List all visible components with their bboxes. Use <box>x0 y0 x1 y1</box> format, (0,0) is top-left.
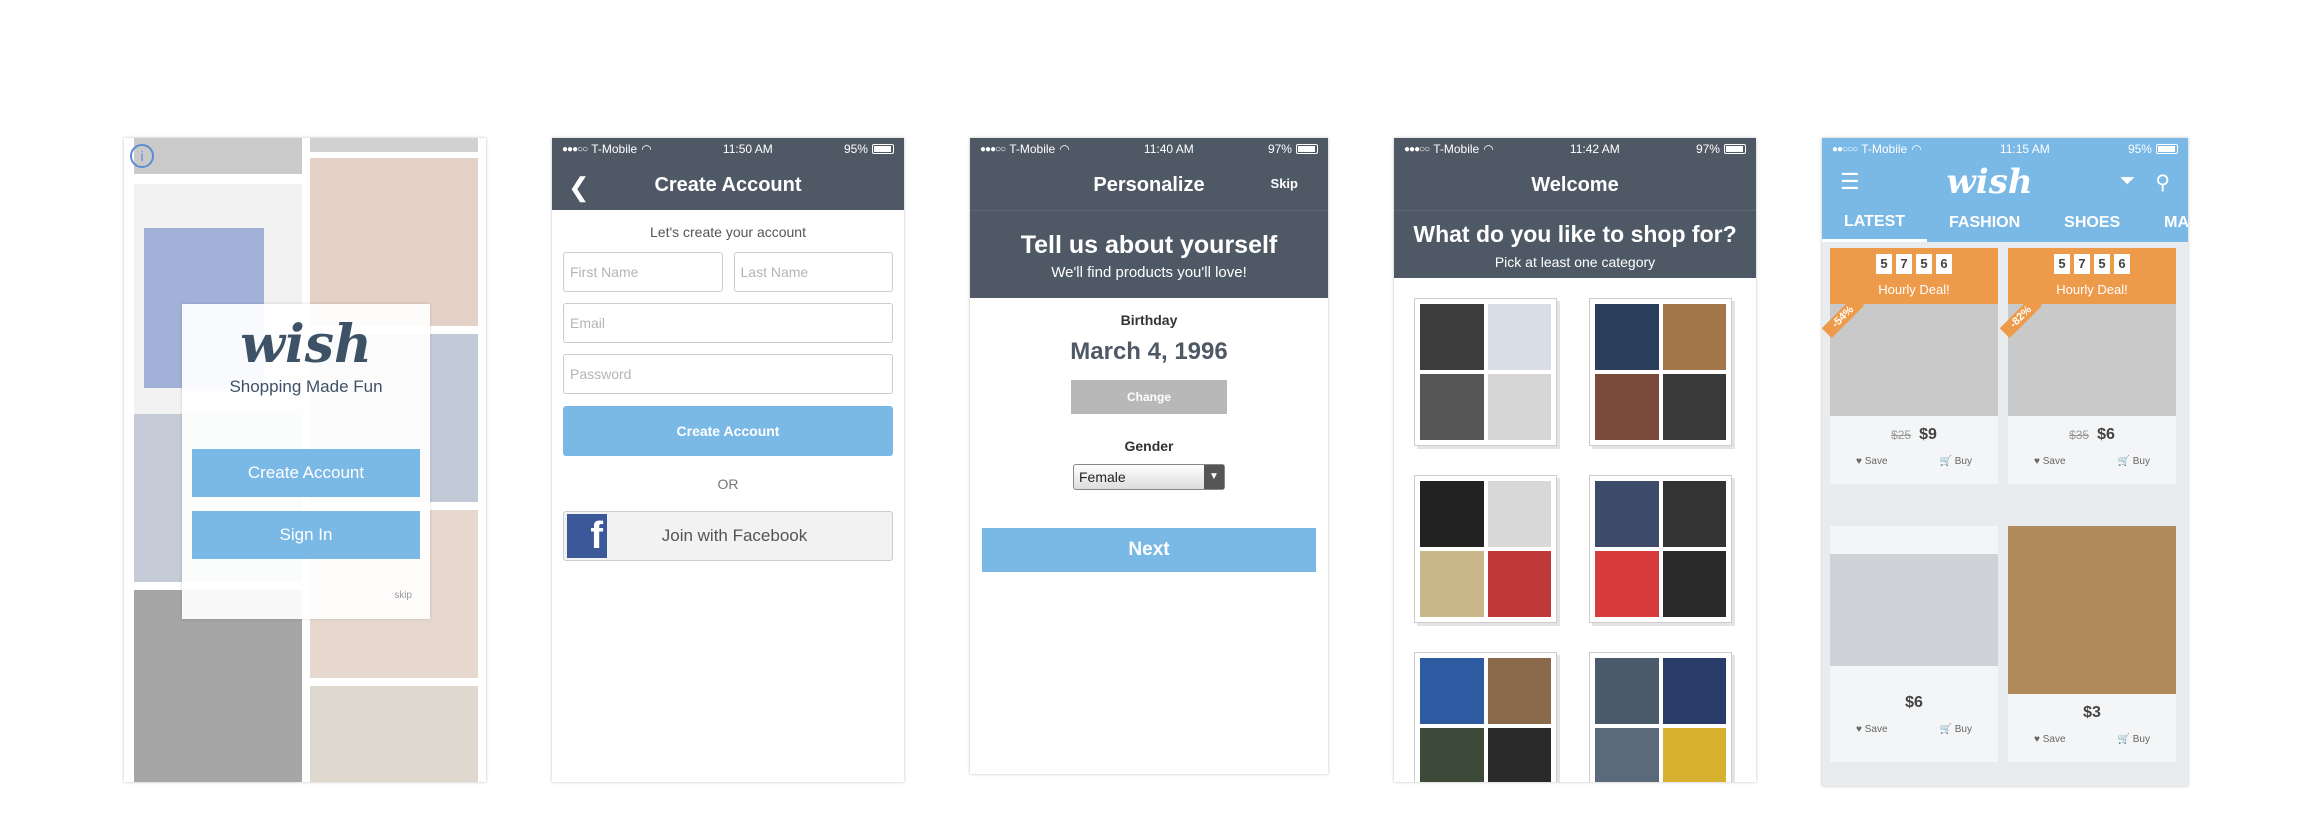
old-price: $25 <box>1891 428 1912 442</box>
page-title: Personalize <box>1093 173 1205 196</box>
status-bar: ●●●○○ T-Mobile ◠ 11:50 AM 95% <box>552 138 904 160</box>
price: $9 <box>1919 426 1937 443</box>
nav-bar: ☰ wish ⏷ ⚲ <box>1822 160 2188 204</box>
save-button[interactable]: ♥ Save <box>2034 734 2066 745</box>
status-bar: ●●○○○ T-Mobile ◠ 11:15 AM 95% <box>1822 138 2188 160</box>
category-tile[interactable] <box>1589 475 1732 623</box>
page-title: Welcome <box>1531 173 1619 196</box>
password-field[interactable]: Password <box>563 354 893 394</box>
last-name-field[interactable]: Last Name <box>733 252 893 292</box>
nav-bar: Welcome <box>1394 160 1756 210</box>
category-tile[interactable] <box>1414 298 1557 446</box>
dropdown-arrow-icon: ▼ <box>1204 465 1224 489</box>
create-account-button[interactable]: Create Account <box>192 449 420 497</box>
sign-in-button[interactable]: Sign In <box>192 511 420 559</box>
or-divider: OR <box>717 476 739 492</box>
category-tile[interactable] <box>1414 652 1557 782</box>
facebook-join-button[interactable]: f Join with Facebook <box>563 511 893 561</box>
status-bar: ●●●○○ T-Mobile ◠ 11:42 AM 97% <box>1394 138 1756 160</box>
tab-shoes[interactable]: SHOES <box>2042 204 2142 242</box>
old-price: $35 <box>2069 428 2090 442</box>
category-grid <box>1394 278 1756 782</box>
category-tile[interactable] <box>1589 652 1732 782</box>
product-card[interactable]: 5756 Hourly Deal! -54% $25 $9 ♥ Save 🛒 Bu… <box>1822 248 1998 484</box>
discount-badge: -54% <box>1822 295 1864 339</box>
hourly-deal-label: Hourly Deal! <box>1878 282 1950 297</box>
hero-heading: What do you like to shop for? <box>1413 221 1737 247</box>
buy-button[interactable]: 🛒 Buy <box>2118 734 2150 745</box>
email-field[interactable]: Email <box>563 303 893 343</box>
wish-logo: wish <box>1946 162 2033 202</box>
page-title: Create Account <box>654 173 802 196</box>
product-feed: 5756 Hourly Deal! -54% $25 $9 ♥ Save 🛒 Bu… <box>1822 242 2188 786</box>
category-tile[interactable] <box>1589 298 1732 446</box>
status-time: 11:50 AM <box>722 142 773 156</box>
hero-subheading: We'll find products you'll love! <box>1051 264 1247 281</box>
birthday-value: March 4, 1996 <box>1070 338 1228 365</box>
battery-icon <box>2155 144 2178 154</box>
deal-timer: 5756 <box>1830 254 1998 274</box>
hero-heading: Tell us about yourself <box>1020 231 1278 259</box>
personalize-screen: ●●●○○ T-Mobile ◠ 11:40 AM 97% Personalize … <box>970 138 1328 774</box>
battery-icon <box>871 144 894 154</box>
welcome-hero: What do you like to shop for? Pick at le… <box>1394 210 1756 278</box>
buy-button[interactable]: 🛒 Buy <box>1940 724 1972 735</box>
form-subtitle: Let's create your account <box>650 224 806 240</box>
save-button[interactable]: ♥ Save <box>2034 456 2066 467</box>
welcome-screen: ●●●○○ T-Mobile ◠ 11:42 AM 97% Welcome What… <box>1394 138 1756 782</box>
tagline: Shopping Made Fun <box>229 377 383 396</box>
skip-button[interactable]: Skip <box>1271 176 1298 191</box>
filter-icon[interactable]: ⏷ <box>2119 170 2135 195</box>
buy-button[interactable]: 🛒 Buy <box>1940 456 1972 467</box>
status-time: 11:15 AM <box>1999 142 2050 156</box>
deal-timer: 5756 <box>2008 254 2176 274</box>
signup-form: Let's create your account First Name Las… <box>552 224 904 561</box>
tab-more[interactable]: MA <box>2142 204 2188 242</box>
hamburger-menu-icon[interactable]: ☰ <box>1840 169 1860 195</box>
buy-button[interactable]: 🛒 Buy <box>2118 456 2150 467</box>
skip-link[interactable]: skip <box>394 590 412 601</box>
facebook-icon: f <box>567 514 607 558</box>
feed-screen: ●●○○○ T-Mobile ◠ 11:15 AM 95% ☰ wish ⏷ ⚲ L… <box>1822 138 2188 786</box>
save-button[interactable]: ♥ Save <box>1856 456 1888 467</box>
first-name-field[interactable]: First Name <box>563 252 723 292</box>
tab-fashion[interactable]: FASHION <box>1927 204 2042 242</box>
price: $6 <box>2097 426 2115 443</box>
birthday-label: Birthday <box>1120 312 1178 328</box>
battery-icon <box>1295 144 1318 154</box>
discount-badge: -82% <box>1999 295 2042 339</box>
splash-screen: i wish Shopping Made Fun Create Account … <box>124 138 486 782</box>
search-icon[interactable]: ⚲ <box>2155 170 2170 195</box>
back-chevron-icon[interactable]: ❮ <box>568 172 590 203</box>
battery-icon <box>1723 144 1746 154</box>
change-birthday-button[interactable]: Change <box>1071 380 1227 414</box>
status-time: 11:42 AM <box>1569 142 1620 156</box>
product-card[interactable]: 5756 Hourly Deal! -82% $35 $6 ♥ Save 🛒 Bu… <box>1999 248 2176 484</box>
product-card[interactable]: $3 ♥ Save 🛒 Buy <box>2008 526 2176 762</box>
price: $6 <box>1905 694 1923 711</box>
product-card[interactable]: $6 ♥ Save 🛒 Buy <box>1830 526 1998 762</box>
create-account-submit-button[interactable]: Create Account <box>563 406 893 456</box>
save-button[interactable]: ♥ Save <box>1856 724 1888 735</box>
nav-bar: ❮ Create Account <box>552 160 904 210</box>
hero-subheading: Pick at least one category <box>1494 254 1656 270</box>
price: $3 <box>2083 704 2101 721</box>
hourly-deal-label: Hourly Deal! <box>2056 282 2128 297</box>
category-tile[interactable] <box>1414 475 1557 623</box>
next-button[interactable]: Next <box>982 528 1316 572</box>
create-account-screen: ●●●○○ T-Mobile ◠ 11:50 AM 95% ❮ Create Acc… <box>552 138 904 782</box>
status-bar: ●●●○○ T-Mobile ◠ 11:40 AM 97% <box>970 138 1328 160</box>
welcome-card: wish Shopping Made Fun Create Account Si… <box>182 304 430 619</box>
gender-select[interactable]: Female ▼ <box>1073 464 1225 490</box>
info-icon[interactable]: i <box>130 144 154 168</box>
nav-bar: Personalize Skip <box>970 160 1328 210</box>
category-tabs: LATEST FASHION SHOES MA <box>1822 204 2188 242</box>
status-time: 11:40 AM <box>1143 142 1194 156</box>
gender-label: Gender <box>1124 438 1174 454</box>
wish-logo: wish <box>240 314 372 375</box>
personalize-hero: Tell us about yourself We'll find produc… <box>970 210 1328 298</box>
tab-latest[interactable]: LATEST <box>1822 204 1928 242</box>
